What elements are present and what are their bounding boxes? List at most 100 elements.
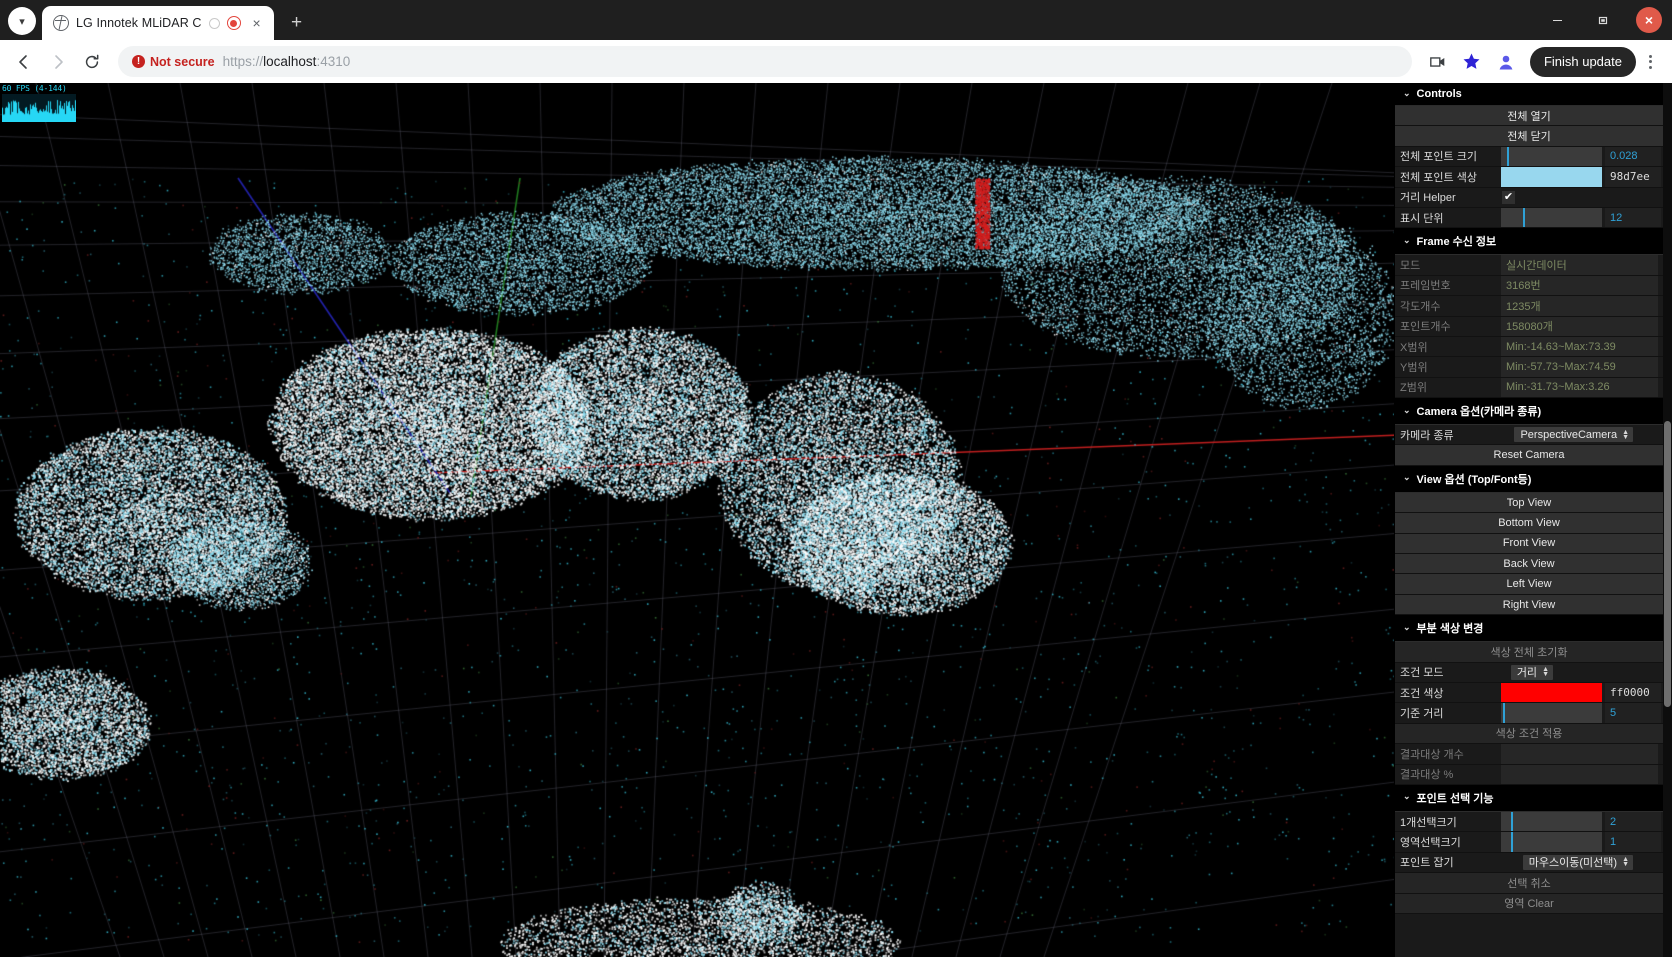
close-all-button[interactable]: 전체 닫기 bbox=[1395, 126, 1663, 147]
finish-update-button[interactable]: Finish update bbox=[1529, 46, 1636, 77]
browser-tab[interactable]: LG Innotek MLiDAR C × bbox=[42, 6, 274, 40]
single-select-size-label: 1개선택크기 bbox=[1400, 816, 1457, 829]
chevron-down-icon: ⌄ bbox=[1403, 234, 1411, 245]
chevron-down-icon: ⌄ bbox=[1403, 791, 1411, 802]
fps-label: 60 FPS (4-144) bbox=[2, 84, 67, 93]
global-point-color-swatch[interactable] bbox=[1501, 167, 1602, 187]
area-select-size-slider[interactable] bbox=[1501, 832, 1602, 852]
open-all-button[interactable]: 전체 열기 bbox=[1395, 106, 1663, 127]
button-label: 선택 취소 bbox=[1507, 877, 1551, 890]
chevron-down-icon: ⌄ bbox=[1403, 621, 1411, 632]
maximize-icon bbox=[1598, 16, 1608, 25]
folder-frame-info[interactable]: ⌄ Frame 수신 정보 bbox=[1395, 228, 1663, 256]
right-view-button[interactable]: Right View bbox=[1395, 594, 1663, 616]
not-secure-icon: ! bbox=[132, 55, 145, 68]
result-count-label: 결과대상 개수 bbox=[1400, 748, 1464, 761]
panel-scrollbar-thumb[interactable] bbox=[1664, 421, 1671, 707]
maximize-button[interactable] bbox=[1580, 0, 1626, 40]
button-label: Bottom View bbox=[1498, 516, 1560, 529]
result-percent-value bbox=[1501, 764, 1658, 784]
left-view-button[interactable]: Left View bbox=[1395, 574, 1663, 595]
address-bar[interactable]: ! Not secure https://localhost:4310 bbox=[118, 46, 1412, 77]
url-host: localhost bbox=[263, 54, 317, 69]
global-point-size-label: 전체 포인트 크기 bbox=[1400, 151, 1477, 164]
reload-button[interactable] bbox=[76, 46, 108, 78]
display-unit-value[interactable]: 12 bbox=[1605, 207, 1661, 228]
frame-mode-value: 실시간데이터 bbox=[1501, 255, 1658, 275]
security-label: Not secure bbox=[150, 54, 215, 69]
bookmark-button[interactable] bbox=[1456, 46, 1488, 78]
toolbar-actions: Finish update bbox=[1422, 46, 1664, 78]
forward-button[interactable] bbox=[42, 46, 74, 78]
point-grab-mode-select[interactable]: 마우스이동(미선택) ▲ ▼ bbox=[1522, 854, 1633, 870]
reset-camera-button[interactable]: Reset Camera bbox=[1395, 445, 1663, 466]
profile-button[interactable] bbox=[1490, 46, 1522, 78]
close-window-button[interactable]: × bbox=[1626, 0, 1672, 40]
button-label: Back View bbox=[1503, 557, 1555, 570]
global-point-size-slider[interactable] bbox=[1501, 146, 1602, 167]
point-grab-mode-select-value: 마우스이동(미선택) bbox=[1528, 857, 1618, 870]
angle-count-label: 각도개수 bbox=[1400, 300, 1441, 313]
point-grab-mode-select-label: 포인트 잡기 bbox=[1400, 857, 1454, 870]
reset-all-colors-button[interactable]: 색상 전체 초기화 bbox=[1395, 642, 1663, 663]
globe-icon bbox=[53, 15, 69, 31]
url-port: :4310 bbox=[316, 54, 351, 69]
tab-search-button[interactable]: ▾ bbox=[8, 7, 36, 35]
bottom-view-button[interactable]: Bottom View bbox=[1395, 513, 1663, 534]
folder-partial-color[interactable]: ⌄ 부분 색상 변경 bbox=[1395, 615, 1663, 643]
area-clear-button[interactable]: 영역 Clear bbox=[1395, 893, 1663, 914]
condition-mode-select-value: 거리 bbox=[1516, 667, 1538, 680]
distance-helper-toggle-checkbox[interactable]: ✔ bbox=[1502, 190, 1515, 204]
url-scheme: https:// bbox=[222, 54, 264, 69]
back-view-button[interactable]: Back View bbox=[1395, 554, 1663, 575]
apply-color-condition-button[interactable]: 색상 조건 적용 bbox=[1395, 723, 1663, 745]
button-label: 전체 닫기 bbox=[1507, 131, 1551, 144]
folder-point-select[interactable]: ⌄ 포인트 선택 기능 bbox=[1395, 784, 1663, 812]
folder-view-options[interactable]: ⌄ View 옵션 (Top/Font등) bbox=[1395, 465, 1663, 493]
folder-controls[interactable]: ⌄ Controls bbox=[1395, 83, 1663, 106]
chevron-down-icon: ▾ bbox=[19, 15, 25, 28]
folder-camera-options[interactable]: ⌄ Camera 옵션(카메라 종류) bbox=[1395, 398, 1663, 426]
global-point-size-row: 전체 포인트 크기 0.028 bbox=[1395, 146, 1663, 168]
fps-overlay: 60 FPS (4-144) bbox=[2, 84, 104, 126]
folder-title-label: View 옵션 (Top/Font등) bbox=[1416, 473, 1532, 486]
base-distance-slider-slider[interactable] bbox=[1501, 703, 1602, 723]
y-range-row: Y범위 Min:-57.73~Max:74.59 bbox=[1395, 357, 1663, 378]
security-status[interactable]: ! Not secure bbox=[132, 55, 215, 69]
base-distance-slider-value[interactable]: 5 bbox=[1605, 703, 1661, 723]
z-range-label: Z범위 bbox=[1400, 382, 1427, 395]
area-select-size-value[interactable]: 1 bbox=[1605, 832, 1661, 852]
chevron-updown-icon: ▲ ▼ bbox=[1542, 666, 1549, 679]
condition-color-row: 조건 색상 ff0000 bbox=[1395, 682, 1663, 704]
button-label: Reset Camera bbox=[1493, 449, 1565, 462]
single-select-size-slider[interactable] bbox=[1501, 811, 1602, 832]
frame-mode-row: 모드 실시간데이터 bbox=[1395, 255, 1663, 276]
camera-type-select[interactable]: PerspectiveCamera ▲ ▼ bbox=[1514, 427, 1633, 443]
condition-color-swatch[interactable] bbox=[1501, 682, 1602, 703]
condition-mode-select[interactable]: 거리 ▲ ▼ bbox=[1510, 664, 1553, 680]
cancel-selection-button[interactable]: 선택 취소 bbox=[1395, 873, 1663, 894]
display-unit-label: 표시 단위 bbox=[1400, 212, 1444, 225]
result-percent-row: 결과대상 % bbox=[1395, 764, 1663, 785]
cast-button[interactable] bbox=[1422, 46, 1454, 78]
top-view-button[interactable]: Top View bbox=[1395, 492, 1663, 514]
close-icon[interactable]: × bbox=[248, 14, 266, 32]
arrow-left-icon bbox=[19, 54, 27, 69]
button-label: 색상 전체 초기화 bbox=[1490, 646, 1568, 659]
controls-panel: ⌄ Controls 전체 열기전체 닫기 전체 포인트 크기 0.028 전체 … bbox=[1394, 83, 1672, 957]
panel-scrollbar-track[interactable] bbox=[1663, 83, 1672, 957]
chevron-updown-icon: ▲ ▼ bbox=[1622, 428, 1629, 441]
result-count-row: 결과대상 개수 bbox=[1395, 744, 1663, 765]
condition-color-hex[interactable]: ff0000 bbox=[1605, 682, 1661, 703]
camera-type-select-value: PerspectiveCamera bbox=[1520, 428, 1618, 441]
camera-type-select-row: 카메라 종류 PerspectiveCamera ▲ ▼ bbox=[1395, 425, 1663, 446]
global-point-color-hex[interactable]: 98d7ee bbox=[1605, 167, 1661, 187]
single-select-size-value[interactable]: 2 bbox=[1605, 811, 1661, 832]
kebab-menu-icon[interactable] bbox=[1636, 47, 1664, 77]
minimize-button[interactable] bbox=[1534, 0, 1580, 40]
display-unit-slider[interactable] bbox=[1501, 207, 1602, 228]
new-tab-button[interactable]: + bbox=[283, 8, 311, 36]
front-view-button[interactable]: Front View bbox=[1395, 533, 1663, 555]
back-button[interactable] bbox=[8, 46, 40, 78]
global-point-size-value[interactable]: 0.028 bbox=[1605, 146, 1661, 167]
